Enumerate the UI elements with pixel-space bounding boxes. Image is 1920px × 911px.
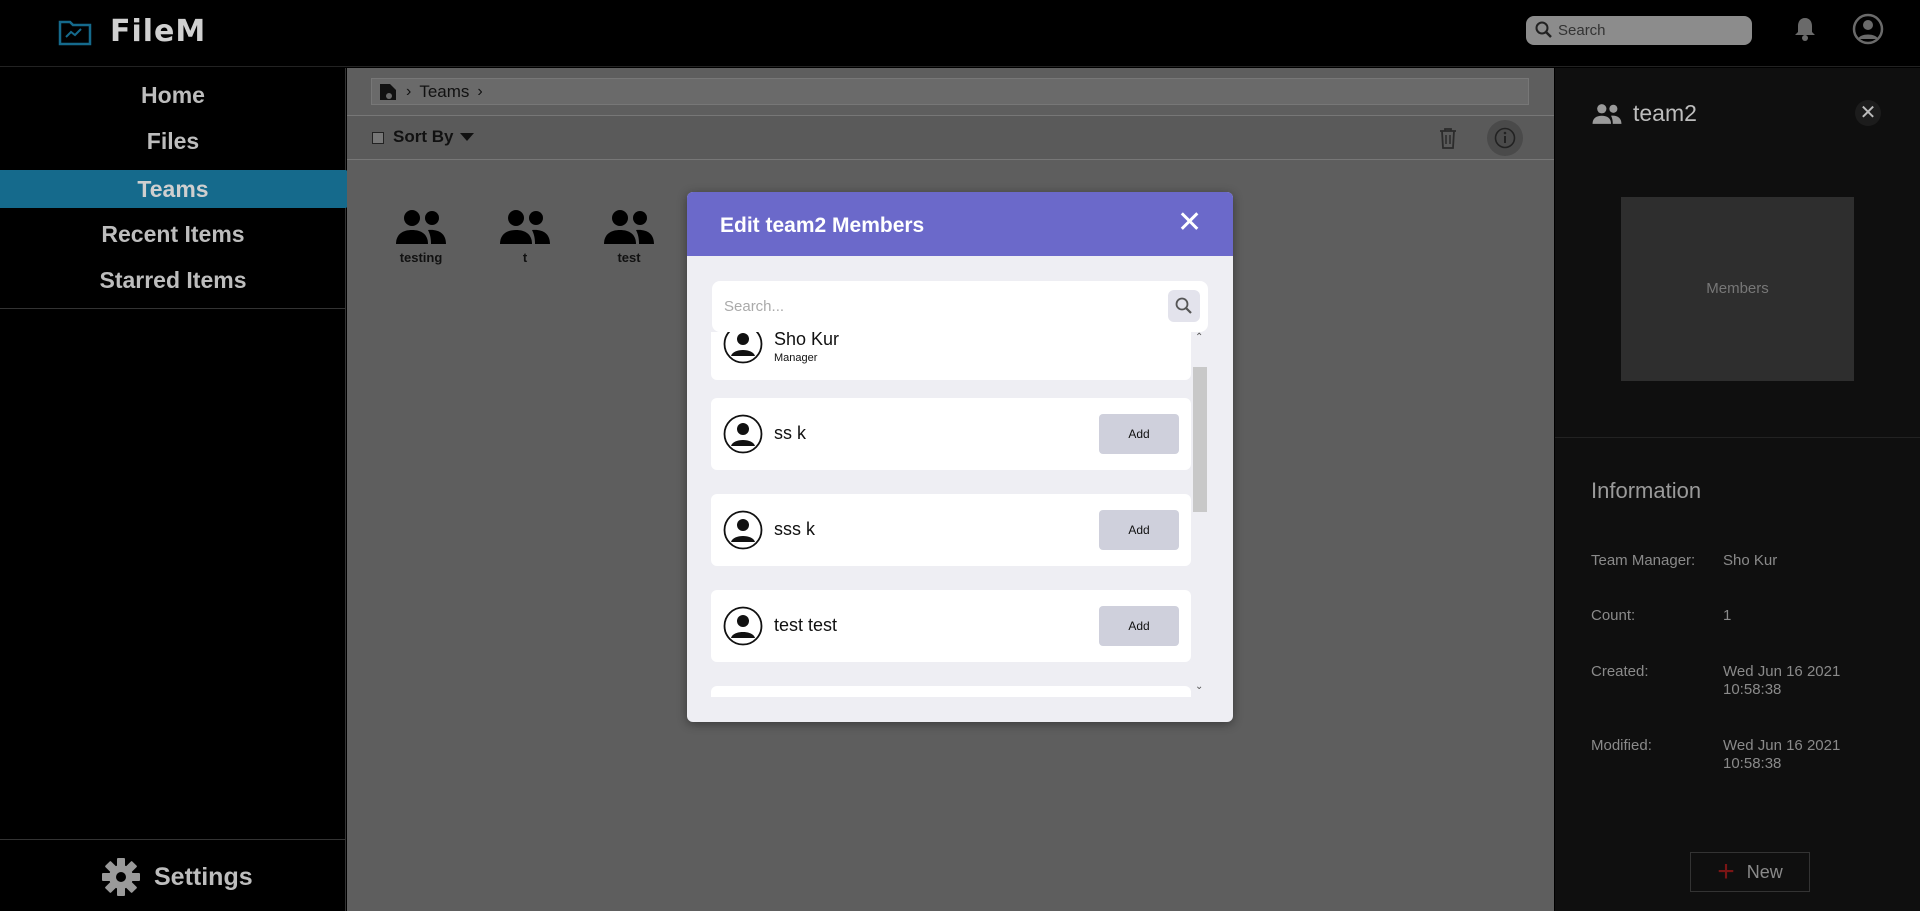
scroll-down-icon[interactable]: ⌄ (1195, 681, 1203, 692)
edit-members-modal: Edit team2 Members ✕ Sho Kur Manager (687, 192, 1233, 722)
member-card: ss k Add (711, 398, 1191, 470)
sidebar-item-teams-label: Teams (137, 176, 209, 202)
team-icon (500, 210, 550, 244)
info-icon (1494, 127, 1516, 149)
details-divider (1555, 437, 1920, 438)
breadcrumb-item-teams[interactable]: Teams (419, 82, 469, 102)
created-label: Created: (1591, 663, 1649, 680)
plus-icon: + (1717, 855, 1735, 888)
user-avatar-icon (723, 606, 763, 646)
folder-logo-icon (58, 20, 92, 45)
add-member-button[interactable]: Add (1099, 510, 1179, 550)
member-card: Sho Kur Manager (711, 332, 1191, 380)
user-avatar-icon (723, 332, 763, 364)
sidebar: Home Files Teams Recent Items Starred It… (0, 68, 368, 911)
member-card: test test Add (711, 590, 1191, 662)
count-value: 1 (1723, 607, 1732, 624)
member-list: Sho Kur Manager ss k Add sss k Add test … (711, 332, 1192, 697)
info-button[interactable] (1487, 120, 1523, 156)
sidebar-item-home[interactable]: Home (0, 76, 346, 114)
team-manager-label: Team Manager: (1591, 552, 1696, 569)
modified-value: Wed Jun 16 2021 10:58:38 (1723, 737, 1841, 772)
search-icon (1175, 297, 1192, 314)
breadcrumb: › Teams › (371, 78, 1529, 105)
user-avatar-icon (723, 414, 763, 454)
chevron-right-icon: › (477, 82, 483, 100)
notifications-bell-icon[interactable] (1794, 16, 1816, 42)
home-folder-icon[interactable] (378, 82, 398, 102)
modal-header: Edit team2 Members ✕ (687, 192, 1233, 256)
scroll-up-icon[interactable]: ⌃ (1195, 332, 1203, 343)
trash-icon[interactable] (1437, 126, 1459, 150)
new-button[interactable]: + New (1690, 852, 1810, 892)
details-title-text: team2 (1633, 100, 1697, 126)
add-member-button[interactable]: Add (1099, 606, 1179, 646)
team-name: t (522, 250, 528, 265)
sort-by-label: Sort By (393, 127, 454, 146)
member-name: Sho Kur (774, 332, 840, 349)
team-tile-testing[interactable]: testing (381, 208, 461, 265)
select-all-checkbox[interactable] (372, 132, 384, 144)
member-list-scrollbar[interactable]: ⌃ ⌄ (1192, 332, 1208, 697)
close-details-button[interactable]: ✕ (1855, 100, 1881, 126)
count-label: Count: (1591, 607, 1636, 624)
member-role: Manager (774, 352, 818, 364)
member-card-partial (711, 686, 1191, 697)
settings-button[interactable]: Settings (100, 856, 253, 898)
add-member-button[interactable]: Add (1099, 414, 1179, 454)
sidebar-item-starred-items[interactable]: Starred Items (0, 261, 346, 299)
chevron-right-icon: › (406, 82, 412, 100)
sort-by-dropdown[interactable]: Sort By (393, 127, 475, 147)
team-name: test (617, 250, 641, 265)
team-icon (604, 210, 654, 244)
created-value: Wed Jun 16 2021 10:58:38 (1723, 663, 1841, 698)
search-icon (1535, 21, 1552, 38)
team-tile-test[interactable]: test (589, 208, 669, 265)
sidebar-divider (0, 308, 346, 309)
member-card: sss k Add (711, 494, 1191, 566)
sidebar-item-recent-items[interactable]: Recent Items (0, 215, 346, 253)
sidebar-item-files[interactable]: Files (0, 122, 346, 160)
member-name: ss k (774, 423, 807, 443)
member-name: sss k (774, 519, 816, 539)
details-panel: team2 ✕ Members Information Team Manager… (1555, 68, 1920, 911)
top-bar: FileM (0, 0, 1920, 67)
caret-down-icon (460, 133, 475, 141)
sidebar-divider-bottom (0, 839, 346, 840)
profile-icon[interactable] (1852, 13, 1884, 45)
scrollbar-thumb[interactable] (1193, 367, 1207, 512)
sidebar-item-teams[interactable]: Teams (0, 170, 368, 208)
team-manager-value: Sho Kur (1723, 552, 1778, 569)
modified-label: Modified: (1591, 737, 1652, 754)
details-title: team2 (1591, 100, 1697, 127)
information-heading: Information (1591, 478, 1702, 503)
team-icon (396, 210, 446, 244)
members-preview[interactable]: Members (1621, 197, 1854, 381)
team-name: testing (399, 250, 443, 265)
app-logo[interactable]: FileM (58, 14, 206, 49)
member-search-button[interactable] (1168, 290, 1200, 322)
settings-label: Settings (154, 862, 253, 891)
global-search-input[interactable] (1558, 20, 1743, 41)
modal-title: Edit team2 Members (720, 214, 925, 237)
gear-icon (102, 858, 140, 896)
global-search[interactable] (1526, 16, 1752, 45)
close-modal-button[interactable]: ✕ (1177, 208, 1202, 238)
member-search (712, 281, 1208, 332)
toolbar: Sort By (347, 115, 1554, 160)
team-icon (1592, 103, 1622, 124)
app-name: FileM (110, 14, 207, 49)
member-search-input[interactable] (724, 295, 1144, 317)
team-tile-t[interactable]: t (485, 208, 565, 265)
member-name: test test (774, 615, 838, 635)
new-button-label: New (1746, 861, 1783, 882)
user-avatar-icon (723, 510, 763, 550)
